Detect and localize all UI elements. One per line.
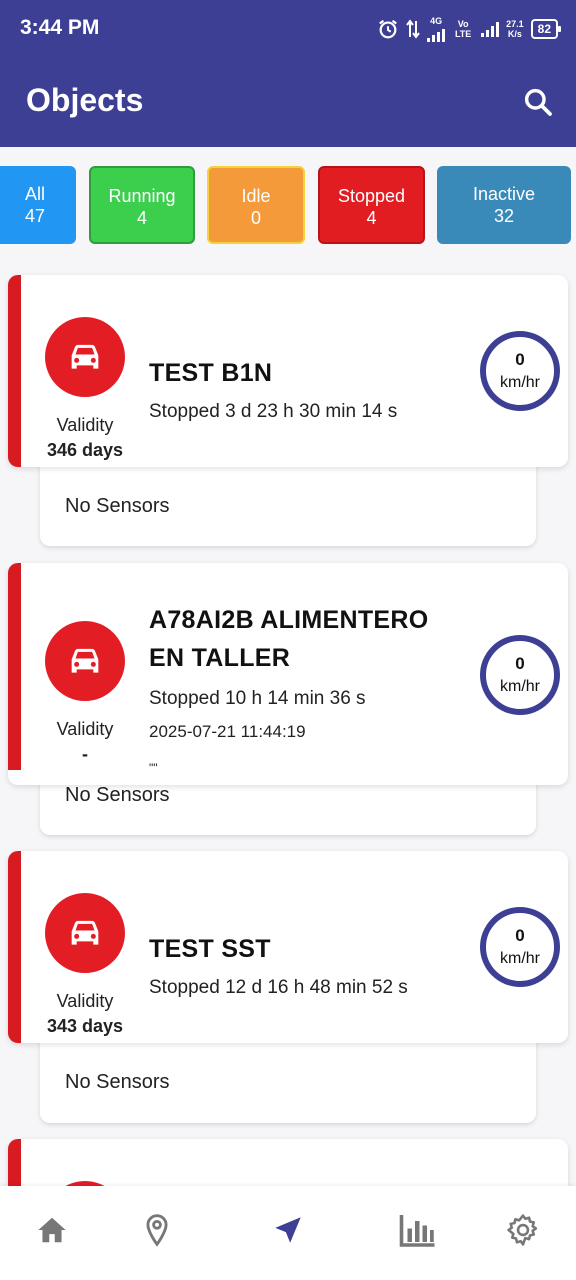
speed-gauge: 0 km/hr [480,907,560,987]
filter-count: 4 [136,208,147,228]
validity-info: Validity 343 days [28,991,142,1037]
filter-count: 47 [24,206,46,226]
speed-unit: km/hr [500,950,540,967]
filter-label: Running [108,186,176,206]
validity-value: 343 days [46,1016,124,1036]
page-title: Objects [26,82,144,118]
vehicle-last-update: 2025-07-21 11:44:19 [149,722,306,741]
speed-value: 0 [515,350,525,369]
vehicle-name-line2: EN TALLER [149,644,291,672]
sensors-text: No Sensors [65,495,170,517]
validity-label: Validity [56,991,114,1011]
filter-count: 32 [493,206,515,226]
validity-label: Validity [56,719,114,739]
vehicle-status-avatar [45,317,125,397]
data-arrows-icon [406,19,420,39]
filter-chip-idle[interactable]: Idle 0 [207,166,305,244]
bottom-navigation [0,1186,576,1280]
vehicle-status-avatar [45,621,125,701]
filter-label: Stopped [337,186,406,206]
bar-chart-icon [399,1215,435,1247]
car-icon [71,344,99,369]
status-time: 3:44 PM [20,16,100,39]
network-4g-indicator: 4G [427,16,446,42]
speed-value: 0 [515,926,525,945]
vehicle-name: TEST B1N [149,359,273,387]
network-speed: 27.1 K/s [506,19,524,39]
status-icons: 4G Vo LTE 27.1 K/s 82 [377,16,562,42]
speed-unit: km/hr [500,678,540,695]
vehicle-status-duration: Stopped 3 d 23 h 30 min 14 s [149,401,398,422]
vehicle-name: TEST SST [149,935,271,963]
status-filter-bar: All 47 Running 4 Idle 0 Stopped 4 Inacti… [0,166,576,244]
nav-home[interactable] [32,1210,72,1250]
validity-value: - [82,744,88,764]
signal-icon [427,26,446,42]
filter-label: All [24,184,45,204]
nav-reports[interactable] [398,1210,438,1250]
status-color-bar [8,851,21,1043]
sensors-text: No Sensors [65,1071,170,1093]
filter-chip-inactive[interactable]: Inactive 32 [437,166,571,244]
vehicle-name: A78AI2B ALIMENTERO EN TALLER [149,601,429,677]
speed-gauge: 0 km/hr [480,331,560,411]
filter-label: Inactive [472,184,536,204]
validity-value: 346 days [46,440,124,460]
car-icon [71,920,99,945]
vehicle-note: "" [149,761,158,775]
alarm-icon [379,19,398,39]
vehicle-name-line1: A78AI2B ALIMENTERO [149,606,429,634]
navigation-arrow-icon [275,1217,301,1243]
speed-unit: km/hr [500,374,540,391]
settings-gear-icon [507,1214,538,1246]
search-icon[interactable] [522,86,554,118]
vehicle-card[interactable]: Validity 343 days TEST SST Stopped 12 d … [8,851,568,1043]
filter-count: 0 [250,208,261,228]
location-pin-icon [146,1214,168,1247]
speed-gauge: 0 km/hr [480,635,560,715]
vehicle-card[interactable]: Validity 346 days TEST B1N Stopped 3 d 2… [8,275,568,467]
vehicle-status-duration: Stopped 10 h 14 min 36 s [149,688,366,709]
filter-chip-all[interactable]: All 47 [0,166,76,244]
nav-settings[interactable] [503,1210,543,1250]
validity-label: Validity [56,415,114,435]
car-icon [71,648,99,673]
home-icon [38,1217,66,1243]
volte-indicator: Vo LTE [454,19,472,39]
vehicle-status-avatar [45,893,125,973]
filter-chip-running[interactable]: Running 4 [89,166,195,244]
sensors-text: No Sensors [65,784,170,806]
nav-map[interactable] [137,1210,177,1250]
status-color-bar [8,563,21,770]
battery-indicator: 82 [530,19,562,39]
status-color-bar [8,275,21,467]
speed-value: 0 [515,654,525,673]
signal-icon-2 [481,21,500,37]
filter-label: Idle [241,186,271,206]
filter-count: 4 [366,208,377,228]
nav-objects[interactable] [268,1210,308,1250]
vehicle-status-duration: Stopped 12 d 16 h 48 min 52 s [149,977,408,998]
validity-info: Validity 346 days [28,415,142,461]
vehicle-card[interactable]: Validity - A78AI2B ALIMENTERO EN TALLER … [8,563,568,785]
validity-info: Validity - [28,719,142,765]
app-header: 3:44 PM 4G Vo LTE 27.1 K/s 82 Objects [0,0,576,147]
filter-chip-stopped[interactable]: Stopped 4 [318,166,425,244]
